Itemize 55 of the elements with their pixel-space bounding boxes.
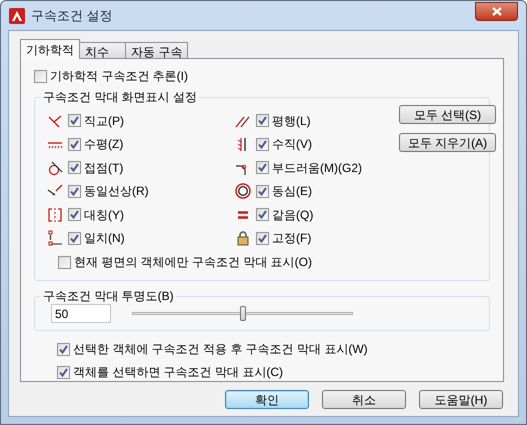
checkbox[interactable] — [57, 342, 70, 356]
padlock-icon — [235, 230, 251, 246]
push-button[interactable]: 모두 지우기(A) — [399, 133, 496, 152]
checkbox-label: 기하학적 구속조건 추론(I) — [50, 68, 188, 85]
push-button[interactable]: 확인 — [225, 390, 309, 409]
checkbox[interactable] — [57, 366, 70, 378]
group-title: 구속조건 막대 투명도(B) — [41, 289, 176, 304]
checkbox[interactable] — [256, 114, 269, 128]
perpendicular-icon — [47, 112, 63, 129]
push-button[interactable]: 모두 선택(S) — [399, 105, 496, 124]
checkbox-label: 고정(F) — [272, 230, 312, 248]
checkbox-label: 동심(E) — [272, 183, 312, 200]
checkbox-label: 현재 평면의 객체에만 구속조건 막대 표시(O) — [74, 254, 312, 271]
checkbox-label: 수평(Z) — [84, 136, 124, 154]
checkbox-label: 부드러움(M)(G2) — [272, 160, 362, 177]
tab[interactable]: 치수 — [79, 42, 126, 59]
close-icon — [492, 6, 502, 16]
brackets-icon — [47, 206, 63, 223]
checkbox[interactable] — [68, 138, 81, 151]
checkbox-label: 일치(N) — [84, 230, 125, 248]
tab[interactable]: 기하학적 — [20, 39, 80, 59]
checkbox[interactable] — [68, 232, 81, 245]
tab[interactable]: 자동 구속 — [125, 42, 188, 59]
concentric-circles-icon — [235, 183, 251, 200]
checkbox[interactable] — [256, 184, 269, 198]
point-line-icon — [47, 230, 63, 246]
group-title: 구속조건 막대 화면표시 설정 — [41, 90, 200, 104]
checkbox-label: 선택한 객체에 구속조건 적용 후 구속조건 막대 표시(W) — [73, 341, 368, 358]
checkbox-label: 객체를 선택하면 구속조건 막대 표시(C) — [73, 364, 283, 381]
app-logo-icon — [9, 8, 25, 24]
window-title: 구속조건 설정 — [31, 6, 113, 25]
checkbox[interactable] — [68, 208, 81, 222]
checkbox-label: 수직(V) — [272, 136, 312, 154]
checkbox-label: 평행(L) — [272, 112, 311, 130]
push-button[interactable]: 도움말(H) — [419, 390, 503, 409]
checkbox[interactable] — [256, 208, 269, 222]
checkbox-label: 대칭(Y) — [84, 206, 124, 224]
checkbox[interactable] — [256, 138, 269, 151]
checkbox-label: 직교(P) — [84, 112, 124, 130]
input-field[interactable]: 50 — [51, 304, 111, 324]
checkbox[interactable] — [68, 114, 81, 128]
checkbox[interactable] — [256, 232, 269, 245]
checkbox[interactable] — [68, 161, 81, 174]
checkbox[interactable] — [256, 161, 269, 174]
checkbox-label: 동일선상(R) — [84, 183, 149, 200]
push-button[interactable]: 취소 — [322, 390, 406, 409]
checkbox[interactable] — [58, 256, 71, 268]
close-button[interactable] — [475, 2, 518, 20]
circle-tangent-icon — [47, 160, 63, 176]
checkbox[interactable] — [34, 70, 47, 82]
checkbox-label: 접점(T) — [84, 160, 124, 177]
checkbox[interactable] — [68, 184, 81, 198]
slider-thumb[interactable] — [240, 306, 246, 322]
slider[interactable] — [132, 305, 353, 322]
checkbox-label: 같음(Q) — [272, 206, 314, 224]
